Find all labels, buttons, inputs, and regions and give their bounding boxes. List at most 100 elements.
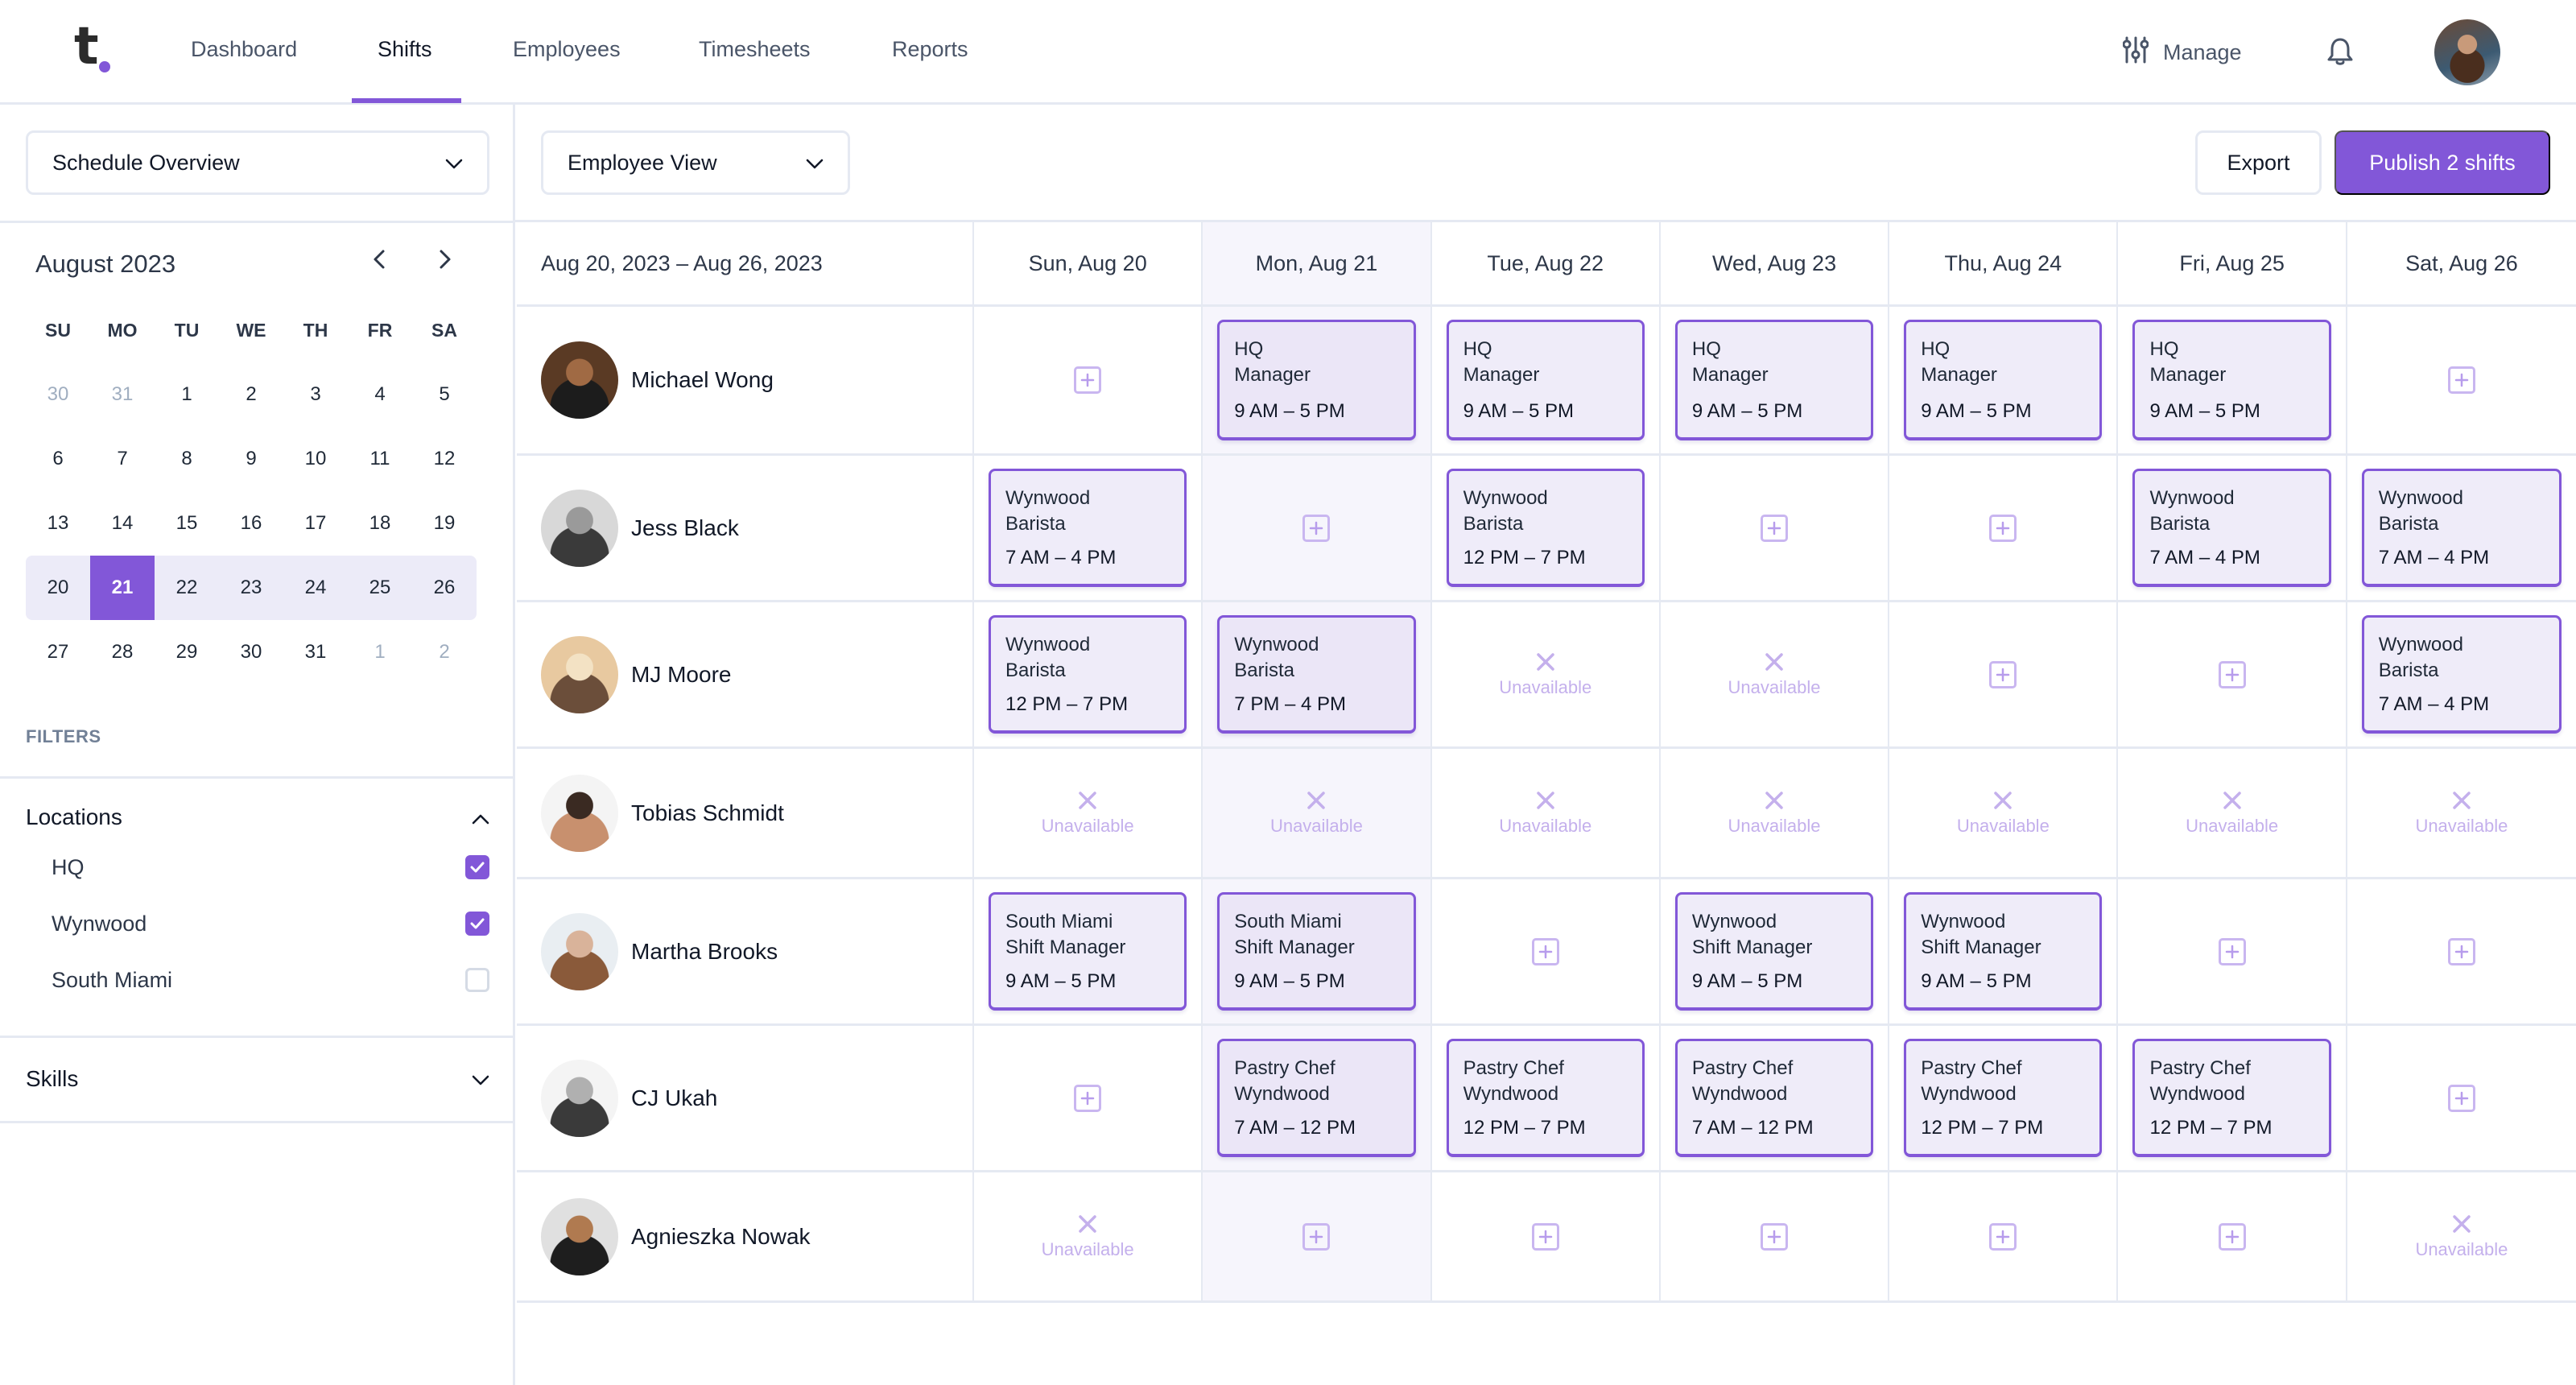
view-mode-select[interactable]: Employee View (541, 130, 850, 195)
employee-cell[interactable]: Michael Wong (517, 307, 974, 453)
shift-card[interactable]: Pastry Chef Wyndwood 7 AM – 12 PM (1217, 1039, 1416, 1157)
calendar-day[interactable]: 16 (219, 491, 283, 556)
shift-card[interactable]: Wynwood Barista 7 AM – 4 PM (2361, 469, 2562, 587)
nav-shifts[interactable]: Shifts (378, 37, 432, 62)
shift-card[interactable]: South Miami Shift Manager 9 AM – 5 PM (1217, 892, 1416, 1011)
calendar-day[interactable]: 27 (26, 620, 90, 684)
shift-card[interactable]: Wynwood Barista 7 AM – 4 PM (2361, 615, 2562, 734)
calendar-day[interactable]: 12 (412, 427, 477, 491)
shift-card[interactable]: Pastry Chef Wyndwood 12 PM – 7 PM (2132, 1039, 2331, 1157)
add-shift-button[interactable] (1989, 660, 2017, 688)
calendar-day[interactable]: 9 (219, 427, 283, 491)
shift-card[interactable]: HQ Manager 9 AM – 5 PM (1217, 320, 1416, 440)
add-shift-button[interactable] (1989, 1222, 2017, 1251)
add-shift-button[interactable] (1761, 514, 1789, 542)
employee-cell[interactable]: CJ Ukah (517, 1026, 974, 1170)
location-filter-wynwood[interactable]: Wynwood (52, 903, 489, 944)
calendar-day[interactable]: 2 (412, 620, 477, 684)
app-logo[interactable]: t (74, 21, 122, 76)
add-shift-button[interactable] (2447, 366, 2475, 394)
calendar-day[interactable]: 20 (26, 556, 90, 620)
publish-shifts-button[interactable]: Publish 2 shifts (2334, 130, 2550, 195)
shift-card[interactable]: Wynwood Barista 12 PM – 7 PM (1446, 469, 1645, 587)
shift-card[interactable]: HQ Manager 9 AM – 5 PM (1446, 320, 1645, 440)
add-shift-button[interactable] (2447, 937, 2475, 965)
calendar-day[interactable]: 4 (348, 362, 412, 427)
add-shift-button[interactable] (1302, 1222, 1331, 1251)
nav-reports[interactable]: Reports (892, 37, 968, 62)
shift-card[interactable]: Wynwood Barista 7 AM – 4 PM (2132, 469, 2331, 587)
locations-section-toggle[interactable]: Locations (26, 789, 489, 845)
calendar-day[interactable]: 1 (348, 620, 412, 684)
add-shift-button[interactable] (1761, 1222, 1789, 1251)
shift-card[interactable]: HQ Manager 9 AM – 5 PM (1674, 320, 1874, 440)
employee-cell[interactable]: Tobias Schmidt (517, 749, 974, 877)
nav-timesheets[interactable]: Timesheets (699, 37, 811, 62)
shift-card[interactable]: HQ Manager 9 AM – 5 PM (1904, 320, 2103, 440)
shift-card[interactable]: South Miami Shift Manager 9 AM – 5 PM (989, 892, 1187, 1011)
add-shift-button[interactable] (1302, 514, 1331, 542)
shift-card[interactable]: Pastry Chef Wyndwood 12 PM – 7 PM (1904, 1039, 2103, 1157)
calendar-day[interactable]: 13 (26, 491, 90, 556)
calendar-day[interactable]: 2 (219, 362, 283, 427)
calendar-day[interactable]: 14 (90, 491, 155, 556)
nav-dashboard[interactable]: Dashboard (191, 37, 297, 62)
calendar-day[interactable]: 5 (412, 362, 477, 427)
calendar-day[interactable]: 23 (219, 556, 283, 620)
calendar-day[interactable]: 1 (155, 362, 219, 427)
employee-cell[interactable]: Agnieszka Nowak (517, 1172, 974, 1300)
calendar-day[interactable]: 3 (283, 362, 348, 427)
calendar-day[interactable]: 17 (283, 491, 348, 556)
skills-section-toggle[interactable]: Skills (26, 1039, 489, 1119)
add-shift-button[interactable] (2447, 1084, 2475, 1112)
location-checkbox[interactable] (465, 855, 489, 879)
export-button[interactable]: Export (2195, 130, 2322, 195)
nav-employees[interactable]: Employees (513, 37, 621, 62)
add-shift-button[interactable] (2218, 937, 2246, 965)
shift-card[interactable]: Pastry Chef Wyndwood 12 PM – 7 PM (1446, 1039, 1645, 1157)
notifications-button[interactable] (2326, 37, 2354, 66)
shift-card[interactable]: HQ Manager 9 AM – 5 PM (2132, 320, 2331, 440)
user-avatar[interactable] (2434, 19, 2500, 85)
shift-card[interactable]: Wynwood Shift Manager 9 AM – 5 PM (1674, 892, 1874, 1011)
calendar-day[interactable]: 30 (26, 362, 90, 427)
calendar-day[interactable]: 29 (155, 620, 219, 684)
location-filter-hq[interactable]: HQ (52, 847, 489, 887)
shift-card[interactable]: Wynwood Barista 7 AM – 4 PM (989, 469, 1187, 587)
calendar-day[interactable]: 24 (283, 556, 348, 620)
calendar-day[interactable]: 31 (283, 620, 348, 684)
calendar-day[interactable]: 18 (348, 491, 412, 556)
calendar-prev-button[interactable] (363, 245, 395, 277)
employee-cell[interactable]: Jess Black (517, 456, 974, 600)
calendar-day[interactable]: 22 (155, 556, 219, 620)
calendar-day[interactable]: 19 (412, 491, 477, 556)
add-shift-button[interactable] (1074, 1084, 1102, 1112)
schedule-overview-select[interactable]: Schedule Overview (26, 130, 489, 195)
calendar-day[interactable]: 25 (348, 556, 412, 620)
add-shift-button[interactable] (1989, 514, 2017, 542)
calendar-next-button[interactable] (429, 245, 461, 277)
add-shift-button[interactable] (1531, 937, 1559, 965)
calendar-day[interactable]: 11 (348, 427, 412, 491)
manage-button[interactable]: Manage (2122, 35, 2242, 70)
calendar-day[interactable]: 31 (90, 362, 155, 427)
add-shift-button[interactable] (1074, 366, 1102, 394)
add-shift-button[interactable] (2218, 660, 2246, 688)
shift-card[interactable]: Wynwood Shift Manager 9 AM – 5 PM (1904, 892, 2103, 1011)
calendar-day[interactable]: 10 (283, 427, 348, 491)
calendar-day[interactable]: 7 (90, 427, 155, 491)
calendar-day[interactable]: 6 (26, 427, 90, 491)
calendar-day[interactable]: 28 (90, 620, 155, 684)
location-checkbox[interactable] (465, 968, 489, 992)
shift-card[interactable]: Wynwood Barista 12 PM – 7 PM (989, 615, 1187, 734)
calendar-day[interactable]: 8 (155, 427, 219, 491)
location-filter-south-miami[interactable]: South Miami (52, 960, 489, 1000)
employee-cell[interactable]: MJ Moore (517, 602, 974, 746)
employee-cell[interactable]: Martha Brooks (517, 879, 974, 1023)
shift-card[interactable]: Wynwood Barista 7 PM – 4 PM (1217, 615, 1416, 734)
shift-card[interactable]: Pastry Chef Wyndwood 7 AM – 12 PM (1674, 1039, 1874, 1157)
add-shift-button[interactable] (2218, 1222, 2246, 1251)
calendar-day[interactable]: 26 (412, 556, 477, 620)
add-shift-button[interactable] (1531, 1222, 1559, 1251)
location-checkbox[interactable] (465, 912, 489, 936)
